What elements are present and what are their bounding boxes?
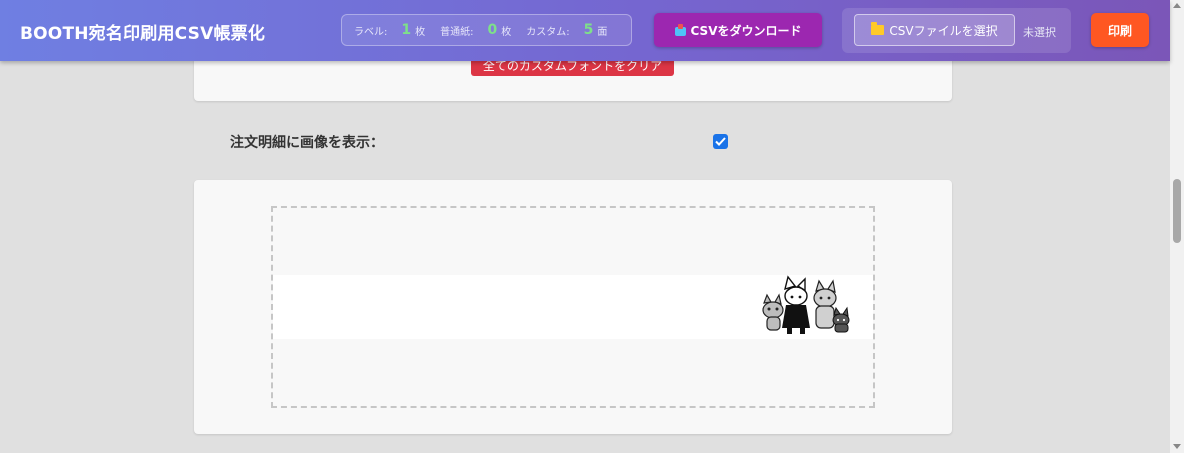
label-preview-strip bbox=[273, 275, 873, 339]
count-label: 普通紙: bbox=[440, 26, 474, 38]
show-images-checkbox[interactable] bbox=[713, 134, 728, 149]
select-csv-file-label: CSVファイルを選択 bbox=[889, 23, 998, 38]
scroll-down-arrow-icon[interactable] bbox=[1173, 444, 1181, 449]
book-icon bbox=[674, 24, 686, 36]
count-unit: 枚 bbox=[415, 26, 426, 38]
count-value: 0 bbox=[487, 22, 498, 38]
file-select-group: CSVファイルを選択 未選択 bbox=[842, 8, 1071, 53]
preview-panel bbox=[194, 180, 952, 434]
count-summary: ラベル: 1 枚 普通紙: 0 枚 カスタム: 5 面 bbox=[341, 14, 632, 46]
count-label-sheets: ラベル: 1 枚 bbox=[354, 22, 425, 38]
count-label: ラベル: bbox=[354, 26, 388, 38]
download-csv-button[interactable]: CSVをダウンロード bbox=[654, 13, 822, 47]
folder-icon bbox=[871, 22, 885, 35]
count-value: 5 bbox=[583, 22, 594, 38]
download-csv-label: CSVをダウンロード bbox=[690, 23, 802, 38]
show-images-label: 注文明細に画像を表示： bbox=[230, 135, 384, 151]
print-button[interactable]: 印刷 bbox=[1091, 13, 1149, 47]
page-scrollbar[interactable] bbox=[1170, 0, 1184, 453]
count-label: カスタム: bbox=[526, 26, 570, 38]
count-unit: 枚 bbox=[501, 26, 512, 38]
count-plain-paper: 普通紙: 0 枚 bbox=[440, 22, 511, 38]
check-icon bbox=[715, 137, 726, 146]
scroll-up-arrow-icon[interactable] bbox=[1173, 3, 1181, 8]
cat-characters-image bbox=[762, 275, 850, 334]
file-status: 未選択 bbox=[1023, 26, 1056, 39]
select-csv-file-button[interactable]: CSVファイルを選択 bbox=[854, 14, 1015, 46]
count-unit: 面 bbox=[597, 26, 608, 38]
image-drop-area[interactable] bbox=[271, 206, 875, 408]
app-title: BOOTH宛名印刷用CSV帳票化 bbox=[20, 24, 266, 44]
scrollbar-thumb[interactable] bbox=[1173, 179, 1181, 243]
count-value: 1 bbox=[401, 22, 412, 38]
app-header: BOOTH宛名印刷用CSV帳票化 ラベル: 1 枚 普通紙: 0 枚 カスタム:… bbox=[0, 0, 1170, 61]
count-custom: カスタム: 5 面 bbox=[526, 22, 607, 38]
